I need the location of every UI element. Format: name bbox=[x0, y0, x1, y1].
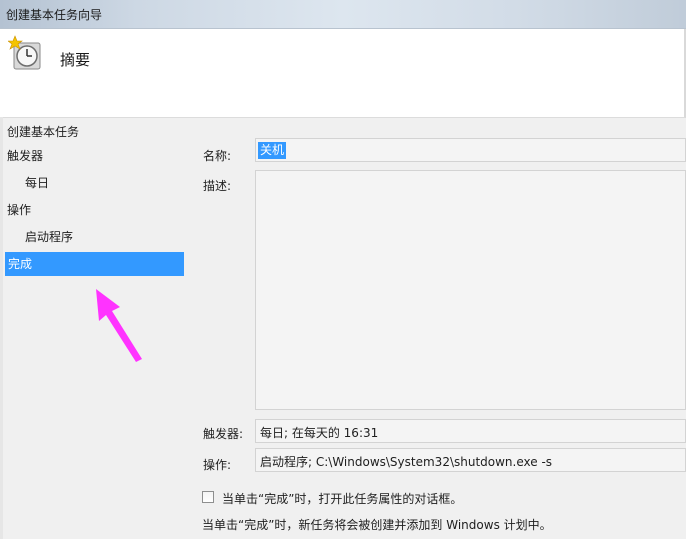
trigger-summary-field: 每日; 在每天的 16:31 bbox=[255, 419, 686, 443]
step-daily: 每日 bbox=[25, 176, 50, 190]
title-bar[interactable]: 创建基本任务向导 bbox=[0, 0, 686, 29]
page-title: 摘要 bbox=[60, 51, 91, 69]
step-action: 操作 bbox=[7, 203, 32, 217]
name-label: 名称: bbox=[203, 149, 232, 163]
pointer-arrow-icon bbox=[96, 289, 142, 362]
action-summary-value: 启动程序; C:\Windows\System32\shutdown.exe -… bbox=[260, 455, 553, 469]
wizard-step-list: 创建基本任务 触发器 每日 操作 启动程序 完成 bbox=[3, 120, 188, 420]
trigger-summary-value: 每日; 在每天的 16:31 bbox=[260, 426, 379, 440]
finish-info-text: 当单击“完成”时，新任务将会被创建并添加到 Windows 计划中。 bbox=[202, 518, 552, 532]
trigger-label: 触发器: bbox=[203, 427, 244, 441]
task-clock-icon bbox=[7, 35, 44, 73]
step-create-basic-task: 创建基本任务 bbox=[7, 125, 80, 139]
name-value: 关机 bbox=[258, 142, 287, 159]
action-summary-field: 启动程序; C:\Windows\System32\shutdown.exe -… bbox=[255, 448, 686, 472]
wizard-header: 摘要 bbox=[0, 29, 686, 118]
open-properties-checkbox[interactable] bbox=[202, 491, 214, 503]
step-trigger: 触发器 bbox=[7, 149, 44, 163]
action-label: 操作: bbox=[203, 458, 232, 472]
open-properties-label[interactable]: 当单击“完成”时，打开此任务属性的对话框。 bbox=[222, 490, 462, 507]
window-title: 创建基本任务向导 bbox=[6, 8, 103, 22]
step-finish: 完成 bbox=[5, 252, 184, 276]
description-label: 描述: bbox=[203, 179, 232, 193]
step-start-program: 启动程序 bbox=[25, 230, 74, 244]
description-textarea[interactable] bbox=[255, 170, 686, 410]
name-input[interactable]: 关机 bbox=[255, 138, 686, 162]
